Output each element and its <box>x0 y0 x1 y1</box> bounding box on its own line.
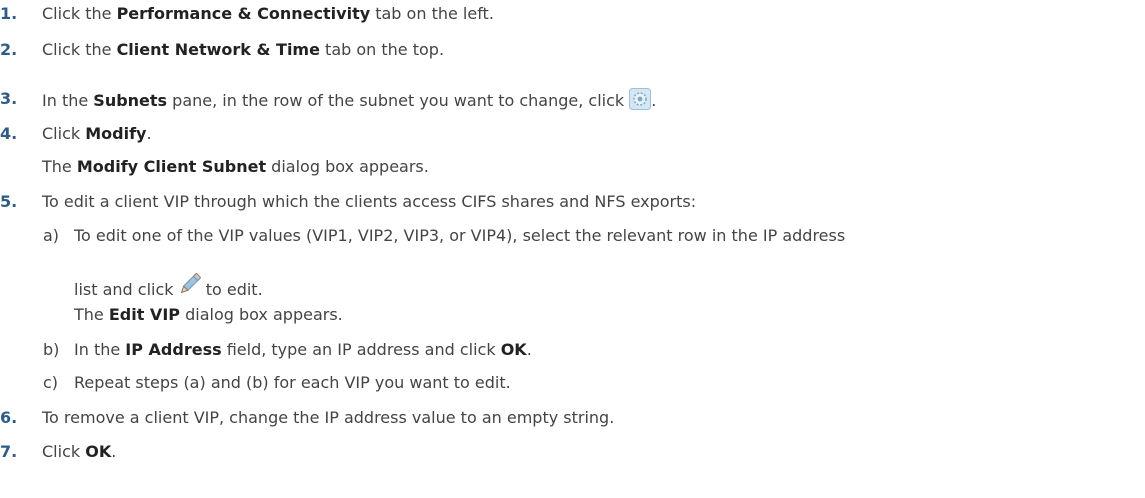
step-number: 5. <box>0 192 18 211</box>
substep-label: b) <box>43 340 60 359</box>
gear-icon <box>629 88 652 116</box>
ui-term: Performance & Connectivity <box>116 4 371 23</box>
step-number: 1. <box>0 4 18 23</box>
ui-term: Modify Client Subnet <box>76 157 267 176</box>
ui-term: Subnets <box>93 91 168 110</box>
step-number: 4. <box>0 124 18 143</box>
step-number: 2. <box>0 40 18 59</box>
step-number: 6. <box>0 408 18 427</box>
ui-term: OK <box>85 442 112 461</box>
step-number: 7. <box>0 442 18 461</box>
ui-term: Client Network & Time <box>116 40 320 59</box>
ui-term: OK <box>500 340 527 359</box>
substep-label: a) <box>43 226 60 245</box>
ui-term: Edit VIP <box>108 305 180 324</box>
ui-term: IP Address <box>125 340 222 359</box>
substep-label: c) <box>43 373 59 392</box>
step-number: 3. <box>0 89 18 108</box>
ui-term: Modify <box>85 124 147 143</box>
pencil-icon <box>179 271 201 303</box>
